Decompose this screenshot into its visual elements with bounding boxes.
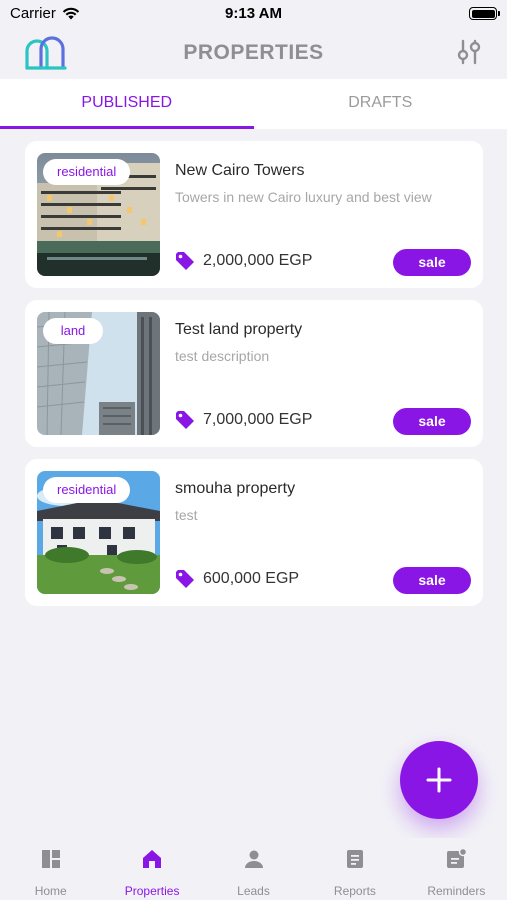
sale-badge[interactable]: sale (393, 249, 471, 276)
property-title: smouha property (175, 480, 296, 497)
nav-item-leads[interactable]: Leads (203, 838, 304, 900)
property-card[interactable]: residential smouha property test 600,000… (25, 459, 483, 606)
nav-label: Properties (124, 884, 180, 898)
nav-label: Reminders (427, 884, 486, 898)
property-type-badge: land (43, 318, 103, 344)
plus-icon (426, 767, 452, 793)
nav-item-properties[interactable]: Properties (101, 838, 202, 900)
filter-icon[interactable] (455, 38, 483, 66)
tab-bar: PUBLISHED DRAFTS (0, 79, 507, 129)
price-row: 600,000 EGP (175, 569, 299, 589)
reminder-icon (447, 848, 468, 868)
status-time: 9:13 AM (225, 5, 282, 22)
price-tag-icon (176, 411, 194, 429)
sale-badge[interactable]: sale (393, 567, 471, 594)
person-icon (244, 850, 263, 868)
price-tag-icon (176, 252, 194, 270)
property-image: residential (37, 471, 160, 594)
page-title: PROPERTIES (183, 41, 324, 64)
bottom-nav: Home Properties Leads Reports Reminders (0, 838, 507, 900)
battery-icon (469, 7, 500, 20)
property-description: Towers in new Cairo luxury and best view (175, 189, 432, 205)
property-card[interactable]: residential New Cairo Towers Towers in n… (25, 141, 483, 288)
property-type-badge: residential (43, 159, 131, 185)
add-property-button[interactable] (400, 741, 478, 819)
tab-published[interactable]: PUBLISHED (0, 79, 254, 129)
nav-label: Home (34, 884, 67, 898)
tab-drafts[interactable]: DRAFTS (254, 79, 507, 129)
price-tag-icon (176, 570, 194, 588)
property-card[interactable]: land Test land property test description… (25, 300, 483, 447)
nav-item-reminders[interactable]: Reminders (406, 838, 507, 900)
app-header: PROPERTIES (0, 28, 507, 78)
price-row: 7,000,000 EGP (175, 410, 312, 430)
nav-label: Reports (333, 884, 376, 898)
property-price: 7,000,000 EGP (203, 411, 313, 428)
property-price: 600,000 EGP (203, 570, 300, 587)
nav-item-home[interactable]: Home (0, 838, 101, 900)
report-icon (346, 850, 363, 868)
status-bar: Carrier 9:13 AM (0, 0, 507, 28)
property-title: New Cairo Towers (175, 162, 305, 179)
nav-item-reports[interactable]: Reports (304, 838, 405, 900)
property-type-badge: residential (43, 477, 131, 503)
property-list: residential New Cairo Towers Towers in n… (25, 141, 483, 618)
sale-badge[interactable]: sale (393, 408, 471, 435)
property-image: residential (37, 153, 160, 276)
property-price: 2,000,000 EGP (203, 252, 313, 269)
property-description: test description (175, 348, 270, 364)
dashboard-icon (41, 850, 60, 868)
property-description: test (175, 507, 198, 523)
nav-label: Leads (237, 884, 270, 898)
house-icon (143, 850, 162, 868)
price-row: 2,000,000 EGP (175, 251, 312, 271)
property-image: land (37, 312, 160, 435)
property-title: Test land property (175, 321, 303, 338)
